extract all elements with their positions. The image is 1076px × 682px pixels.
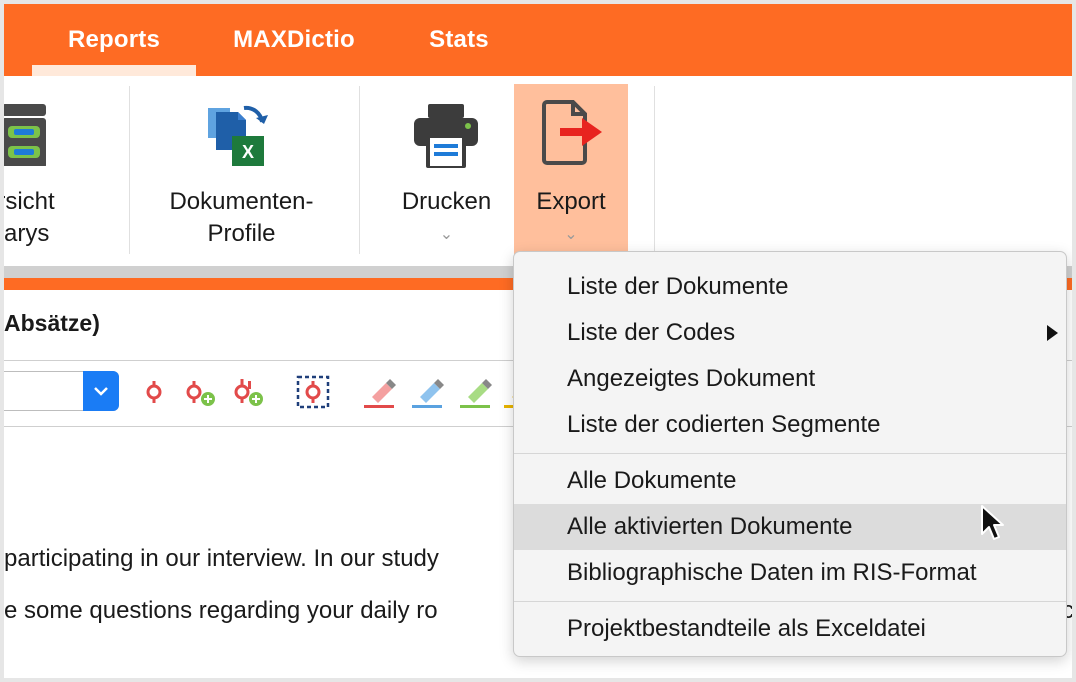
- dokumenten-profile-button[interactable]: X Dokumenten- Profile: [144, 76, 339, 266]
- drucken-button[interactable]: Drucken ⌄: [379, 76, 514, 266]
- chevron-down-icon[interactable]: [83, 371, 119, 411]
- document-title: Absätze): [4, 310, 100, 336]
- chevron-down-icon: ⌄: [564, 226, 578, 243]
- code-pin-multi-add-icon[interactable]: [232, 375, 266, 409]
- highlighter-blue-icon[interactable]: [412, 375, 446, 409]
- menu-item-liste-der-dokumente[interactable]: Liste der Dokumente: [514, 264, 1066, 310]
- ribbon-separator: [359, 86, 360, 254]
- ribbon-tab-bar: Reports MAXDictio Stats: [4, 4, 1072, 76]
- export-button[interactable]: Export ⌄: [514, 84, 628, 262]
- code-select-dropdown[interactable]: [4, 371, 119, 411]
- uebersicht-summarys-button[interactable]: ersicht marys: [4, 76, 124, 266]
- code-selection-icon[interactable]: [296, 375, 330, 409]
- document-excel-export-icon: X: [204, 98, 274, 173]
- uebersicht-label: ersicht marys: [4, 188, 55, 247]
- dokumenten-profile-label: Dokumenten- Profile: [169, 188, 314, 247]
- tab-maxdictio[interactable]: MAXDictio: [204, 4, 384, 76]
- highlighter-green-icon[interactable]: [460, 375, 494, 409]
- menu-separator: [514, 601, 1066, 602]
- ribbon-separator: [129, 86, 130, 254]
- menu-separator: [514, 453, 1066, 454]
- menu-item-liste-der-codes[interactable]: Liste der Codes: [514, 310, 1066, 356]
- mouse-cursor-icon: [980, 504, 1006, 547]
- drucken-label: Drucken: [401, 188, 492, 215]
- code-pin-add-icon[interactable]: [184, 375, 218, 409]
- export-label: Export: [536, 188, 606, 215]
- menu-item-liste-der-codierten-segmente[interactable]: Liste der codierten Segmente: [514, 402, 1066, 448]
- export-dropdown-menu: Liste der Dokumente Liste der Codes Ange…: [513, 251, 1067, 657]
- document-text-line: participating in our interview. In our s…: [4, 545, 439, 572]
- ribbon-separator: [654, 86, 655, 254]
- menu-item-alle-dokumente[interactable]: Alle Dokumente: [514, 458, 1066, 504]
- menu-item-projektbestandteile-excel[interactable]: Projektbestandteile als Exceldatei: [514, 606, 1066, 652]
- active-tab-indicator: [32, 65, 196, 76]
- app-window: Reports MAXDictio Stats ersicht marys: [4, 4, 1072, 678]
- highlighter-red-icon[interactable]: [364, 375, 398, 409]
- menu-item-angezeigtes-dokument[interactable]: Angezeigtes Dokument: [514, 356, 1066, 402]
- document-text-line: e some questions regarding your daily ro: [4, 597, 438, 624]
- export-document-icon: [542, 98, 606, 173]
- ribbon-panel: ersicht marys X Dokumenten- Profile: [4, 76, 1072, 266]
- svg-text:X: X: [242, 142, 254, 162]
- printer-icon: [414, 104, 480, 175]
- submenu-arrow-icon: [1047, 325, 1058, 341]
- tab-stats[interactable]: Stats: [399, 4, 519, 76]
- chevron-down-icon: ⌄: [439, 226, 454, 243]
- menu-item-bibliographische-daten[interactable]: Bibliographische Daten im RIS-Format: [514, 550, 1066, 596]
- summary-grid-icon: [4, 96, 54, 171]
- code-pin-icon[interactable]: [140, 375, 174, 409]
